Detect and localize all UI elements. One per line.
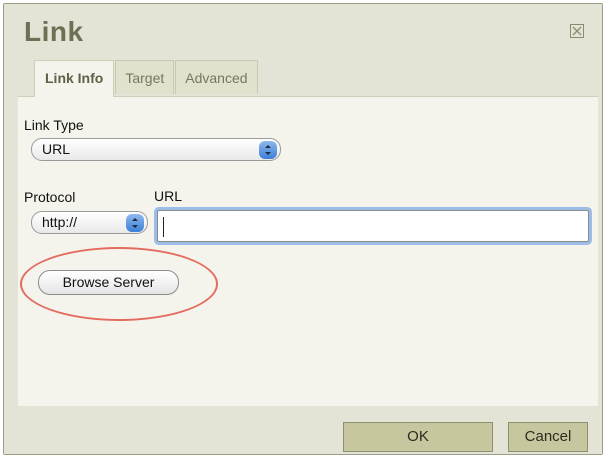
protocol-select[interactable]: http:// [31,211,148,234]
link-type-select[interactable]: URL [31,138,281,161]
link-dialog: Link Link Info Target Advanced Link Type… [3,3,603,455]
dialog-footer: OK Cancel [4,406,602,454]
tab-advanced[interactable]: Advanced [175,60,258,94]
tab-target[interactable]: Target [115,60,175,94]
link-type-label: Link Type [24,117,84,133]
close-icon[interactable] [570,24,584,38]
url-input[interactable] [157,210,589,242]
ok-button[interactable]: OK [343,422,493,452]
chevron-updown-icon [259,141,277,159]
protocol-label: Protocol [24,189,76,205]
tab-link-info[interactable]: Link Info [34,60,115,97]
dialog-title: Link [24,16,84,47]
annotation-circle [20,247,218,321]
url-label: URL [154,188,183,204]
chevron-updown-icon [126,214,144,232]
link-type-value: URL [42,141,71,157]
tab-bar: Link Info Target Advanced [34,60,259,97]
protocol-value: http:// [42,214,78,230]
cancel-button[interactable]: Cancel [508,422,588,452]
text-caret [163,217,164,237]
